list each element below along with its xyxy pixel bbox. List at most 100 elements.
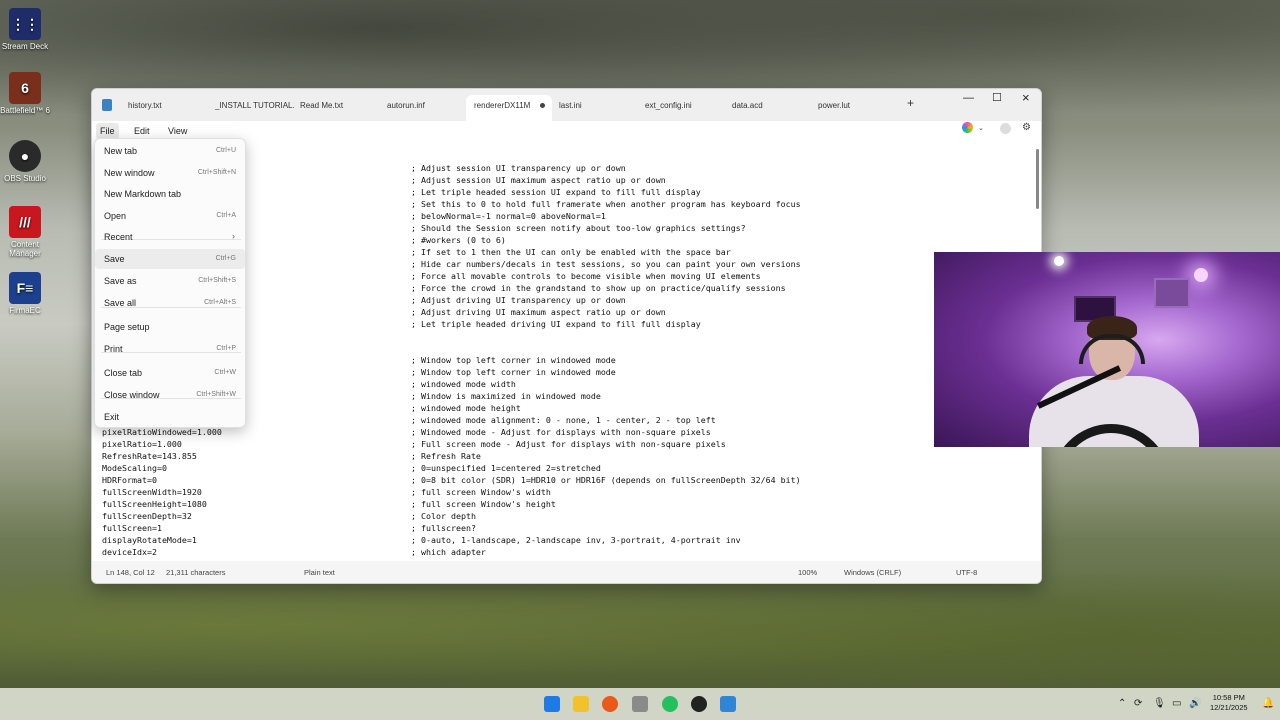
maximize-icon[interactable]: ☐ (992, 91, 1002, 104)
app-icon[interactable] (632, 696, 648, 712)
file-type[interactable]: Plain text (304, 568, 335, 577)
line-comment: ; 0-auto, 1-landscape, 2-landscape inv, … (411, 535, 741, 545)
desktop-icon-label: Content Manager (9, 240, 41, 258)
menu-item-label: Print (104, 344, 123, 354)
zoom-level[interactable]: 100% (798, 568, 817, 577)
line-comment: ; Hide car numbers/decals in test sessio… (411, 259, 801, 269)
close-icon[interactable]: × (1022, 90, 1030, 105)
menu-item-label: New Markdown tab (104, 189, 182, 199)
menu-item-label: New tab (104, 146, 138, 156)
copilot-icon[interactable] (962, 122, 973, 133)
desktop-icon-obs[interactable]: ● OBS Studio (0, 140, 50, 183)
line-code: pixelRatio=1.000 (102, 439, 182, 449)
menu-item-label: Save all (104, 298, 137, 308)
line-code: fullScreenWidth=1920 (102, 487, 202, 497)
line-comment: ; full screen Window's width (411, 487, 551, 497)
obs-icon: ● (9, 140, 41, 172)
tab-install-tutorial[interactable]: _INSTALL TUTORIAL.t (215, 95, 295, 121)
desktop-icon-stream-deck[interactable]: ⋮⋮ Stream Deck (0, 8, 50, 51)
tab-renderer-active[interactable]: rendererDX11M (466, 95, 552, 121)
menu-item-label: New window (104, 168, 155, 178)
tab-read-me[interactable]: Read Me.txt (300, 95, 380, 121)
file-menu-item-exit[interactable]: Exit (95, 407, 245, 427)
file-menu-item-new-tab[interactable]: New tab Ctrl+U (95, 141, 245, 161)
file-menu-item-save-all[interactable]: Save all Ctrl+Alt+S (95, 293, 245, 313)
chevron-down-icon[interactable]: ⌄ (978, 124, 984, 132)
tab-ext-config[interactable]: ext_config.ini (645, 95, 725, 121)
windows-start-icon[interactable] (544, 696, 560, 712)
tab-label: data.acd (732, 101, 763, 110)
menu-item-label: Exit (104, 412, 120, 422)
tab-label: last.ini (559, 101, 582, 110)
webcam-lamp (1054, 256, 1064, 266)
tab-label: power.lut (818, 101, 851, 110)
menu-view[interactable]: View (164, 123, 191, 139)
new-tab-plus-icon[interactable]: + (907, 96, 914, 110)
desktop-icon-firmaec[interactable]: F≡ FirmaEC (0, 272, 50, 315)
tab-last-ini[interactable]: last.ini (559, 95, 639, 121)
line-code: displayRotateMode=1 (102, 535, 197, 545)
microphone-icon[interactable]: 🎙 (1153, 698, 1166, 709)
encoding[interactable]: UTF-8 (956, 568, 977, 577)
notification-bell-icon[interactable]: 🔔 (1262, 698, 1274, 709)
tab-power-lut[interactable]: power.lut (818, 95, 898, 121)
line-ending[interactable]: Windows (CRLF) (844, 568, 901, 577)
whatsapp-icon[interactable] (662, 696, 678, 712)
volume-icon[interactable]: 🔊 (1189, 698, 1201, 709)
line-comment: ; Window is maximized in windowed mode (411, 391, 601, 401)
minimize-icon[interactable]: — (963, 92, 974, 104)
webcam-poster (1154, 278, 1190, 308)
menu-item-label: Recent (104, 232, 133, 242)
tab-label: rendererDX11M (474, 101, 531, 110)
settings-gear-icon[interactable]: ⚙ (1022, 122, 1031, 133)
clock-date: 12/21/2025 (1210, 703, 1248, 712)
vertical-scrollbar[interactable] (1036, 149, 1039, 209)
menu-item-shortcut: Ctrl+Shift+S (198, 277, 236, 284)
line-comment: ; Adjust driving UI maximum aspect ratio… (411, 307, 666, 317)
line-comment: ; Should the Session screen notify about… (411, 223, 746, 233)
firefox-icon[interactable] (602, 696, 618, 712)
tab-history[interactable]: history.txt (128, 95, 208, 121)
line-comment: ; 0=8 bit color (SDR) 1=HDR10 or HDR16F … (411, 475, 801, 485)
line-comment: ; 0=unspecified 1=centered 2=stretched (411, 463, 601, 473)
line-comment: ; Color depth (411, 511, 476, 521)
line-code: ModeScaling=0 (102, 463, 167, 473)
webcam-headphones (1079, 334, 1145, 364)
line-code: deviceIdx=2 (102, 547, 157, 557)
taskbar-clock[interactable]: 10:58 PM 12/21/2025 (1210, 693, 1248, 713)
tray-chevron-up-icon[interactable]: ⌃ (1118, 698, 1126, 709)
file-menu-item-open[interactable]: Open Ctrl+A (95, 206, 245, 226)
desktop-icon-content-manager[interactable]: /// Content Manager (0, 206, 50, 258)
file-menu-item-page-setup[interactable]: Page setup (95, 317, 245, 337)
file-menu-item-recent[interactable]: Recent › (95, 227, 245, 247)
line-comment: ; fullscreen? (411, 523, 476, 533)
status-bar: Ln 148, Col 12 21,311 characters Plain t… (92, 561, 1041, 583)
character-count: 21,311 characters (166, 568, 226, 577)
menu-edit[interactable]: Edit (130, 123, 154, 139)
file-menu-item-close-tab[interactable]: Close tab Ctrl+W (95, 363, 245, 383)
network-icon[interactable]: ▭ (1172, 698, 1181, 709)
tab-label: history.txt (128, 101, 162, 110)
steam-icon[interactable] (691, 696, 707, 712)
clock-time: 10:58 PM (1212, 693, 1245, 702)
tab-data-acd[interactable]: data.acd (732, 95, 812, 121)
file-menu-item-save-as[interactable]: Save as Ctrl+Shift+S (95, 271, 245, 291)
line-comment: ; Adjust session UI maximum aspect ratio… (411, 175, 666, 185)
file-menu-item-new-window[interactable]: New window Ctrl+Shift+N (95, 163, 245, 183)
account-avatar-icon[interactable] (1000, 123, 1011, 134)
webcam-overlay (934, 252, 1280, 447)
tray-app-icon[interactable]: ⟳ (1134, 698, 1142, 709)
line-code: RefreshRate=143.855 (102, 451, 197, 461)
file-menu-item-print[interactable]: Print Ctrl+P (95, 339, 245, 359)
file-menu-item-save[interactable]: Save Ctrl+G (95, 249, 245, 269)
tab-autorun[interactable]: autorun.inf (387, 95, 467, 121)
desktop-icon-battlefield[interactable]: 6 Battlefield™ 6 (0, 72, 50, 115)
line-comment: ; which adapter (411, 547, 486, 557)
webcam-person (1019, 314, 1199, 447)
unsaved-dot-icon (540, 103, 546, 109)
file-menu-item-close-window[interactable]: Close window Ctrl+Shift+W (95, 385, 245, 405)
notepad-icon[interactable] (720, 696, 736, 712)
file-menu-item-new-markdown-tab[interactable]: New Markdown tab (95, 184, 245, 204)
menu-file[interactable]: File (96, 123, 119, 139)
file-explorer-icon[interactable] (573, 696, 589, 712)
